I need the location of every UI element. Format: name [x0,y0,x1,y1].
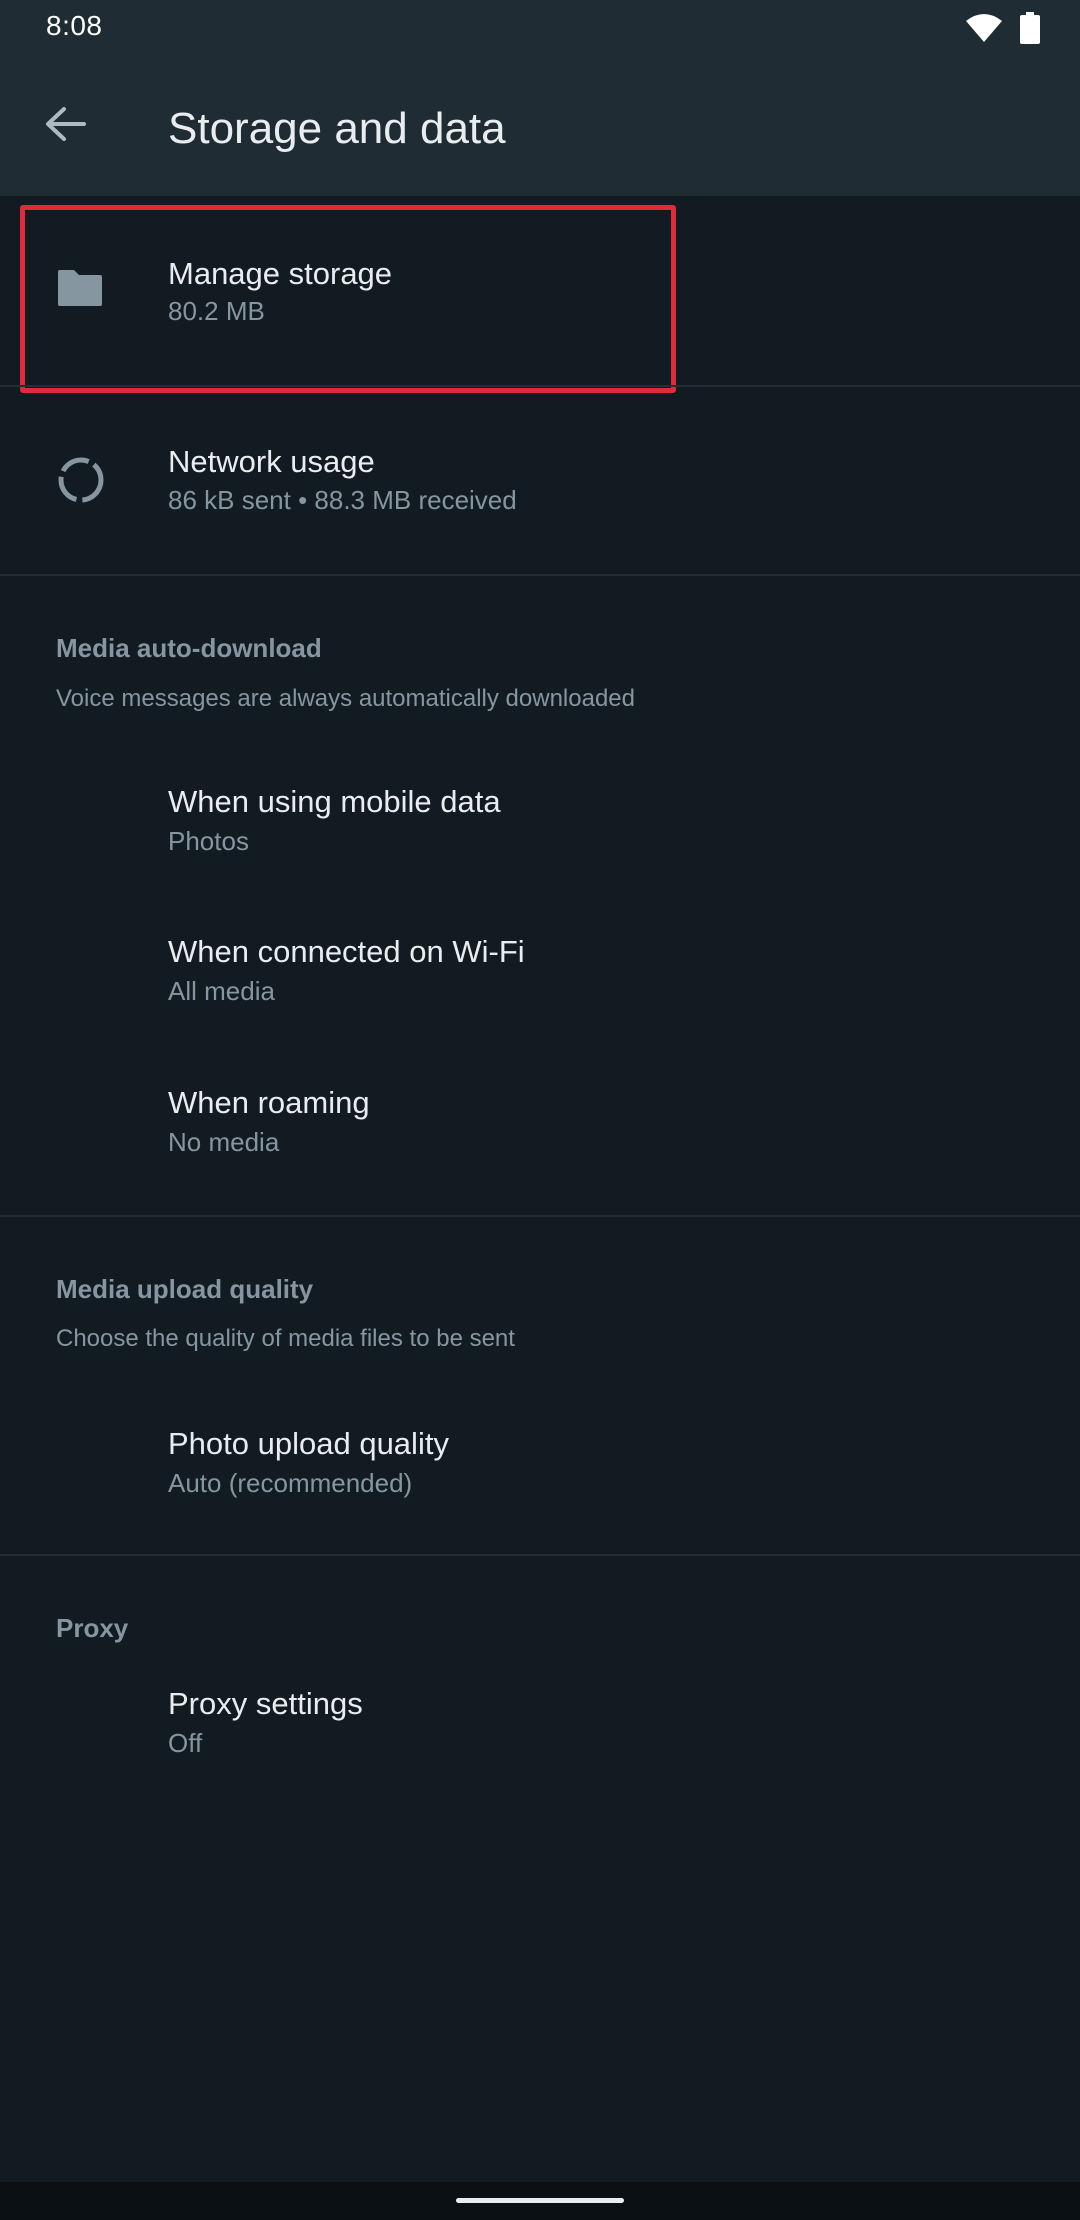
data-usage-icon [56,455,106,510]
list-item-subtitle: Photos [168,826,249,856]
network-usage-title: Network usage [168,444,375,479]
list-item-title: When connected on Wi-Fi [168,934,525,969]
status-icons [966,12,1040,49]
auto-download-mobile-data-item[interactable]: When using mobile data Photos [0,760,1080,910]
list-item-subtitle: Off [168,1728,203,1758]
auto-download-roaming-item[interactable]: When roaming No media [0,1061,1080,1211]
divider [0,574,1080,576]
list-item-title: When roaming [168,1085,370,1120]
navigation-bar [0,2182,1080,2220]
list-item-subtitle: No media [168,1127,280,1157]
network-usage-summary: 86 kB sent • 88.3 MB received [168,485,517,515]
section-header-proxy: Proxy [56,1613,129,1643]
battery-icon [1020,12,1040,49]
home-gesture-handle[interactable] [456,2198,624,2203]
auto-download-wifi-item[interactable]: When connected on Wi-Fi All media [0,910,1080,1060]
list-item-subtitle: Auto (recommended) [168,1468,413,1498]
divider [0,1215,1080,1217]
section-description-media-auto-download: Voice messages are always automatically … [56,685,635,712]
proxy-settings-item[interactable]: Proxy settings Off [0,1662,1080,1812]
app-bar: Storage and data [0,56,1080,196]
photo-upload-quality-item[interactable]: Photo upload quality Auto (recommended) [0,1402,1080,1552]
network-usage-item[interactable]: Network usage 86 kB sent • 88.3 MB recei… [0,387,1080,575]
wifi-icon [966,13,1002,48]
page-title: Storage and data [168,104,506,153]
list-item-title: Proxy settings [168,1686,363,1721]
section-description-media-upload-quality: Choose the quality of media files to be … [56,1325,515,1352]
status-bar: 8:08 [0,0,1080,56]
list-item-title: Photo upload quality [168,1426,449,1461]
status-time: 8:08 [46,10,103,41]
section-header-media-auto-download: Media auto-download [56,633,322,663]
arrow-left-icon [44,106,86,147]
back-button[interactable] [30,101,100,151]
divider [0,1554,1080,1556]
list-item-subtitle: All media [168,976,275,1006]
list-item-title: When using mobile data [168,784,501,819]
section-header-media-upload-quality: Media upload quality [56,1274,314,1304]
highlight-box [20,205,676,393]
